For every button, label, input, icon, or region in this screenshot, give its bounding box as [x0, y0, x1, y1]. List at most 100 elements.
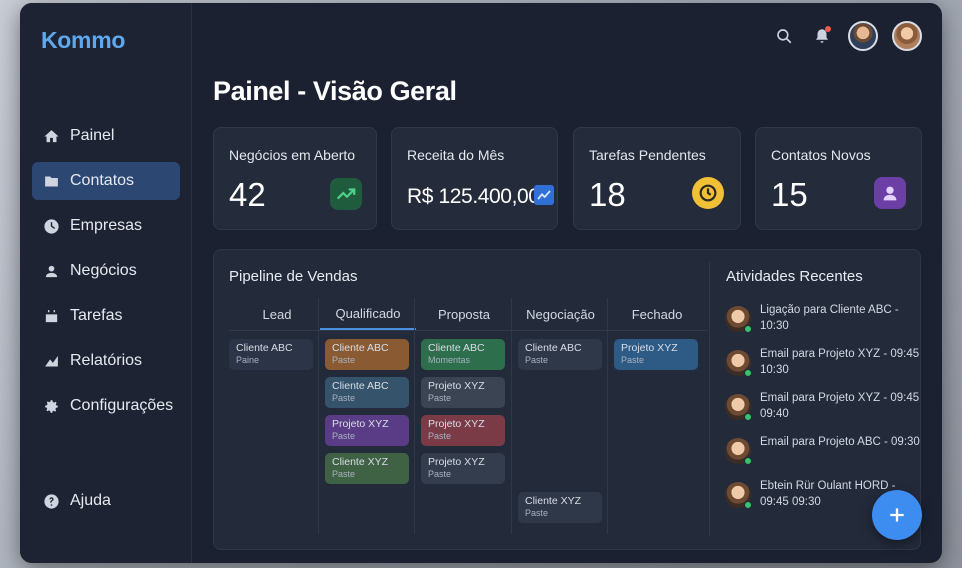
deal-card[interactable]: Projeto XYZ Paste — [421, 377, 505, 408]
pipeline-column-qualificado[interactable]: Qualificado — [320, 298, 416, 330]
activity-item[interactable]: Email para Projeto XYZ - 09:45 09:40 — [725, 390, 919, 424]
deal-card[interactable]: Projeto XYZ Paste — [614, 339, 698, 370]
deal-sub: Paste — [428, 469, 452, 479]
activity-item[interactable]: Email para Projeto XYZ - 09:45 10:30 — [725, 346, 919, 380]
stat-value: R$ 125.400,00 — [407, 185, 540, 208]
trend-up-icon — [330, 178, 362, 210]
deal-name: Projeto XYZ — [621, 342, 678, 354]
activity-text: Email para Projeto XYZ - 09:45 10:30 — [760, 348, 920, 376]
stat-label: Tarefas Pendentes — [589, 147, 706, 163]
column-divider — [318, 298, 319, 534]
stat-value: 18 — [589, 176, 626, 213]
stat-card-negocios[interactable]: Negócios em Aberto 42 — [213, 127, 377, 230]
online-status-dot — [744, 413, 752, 421]
activity-item[interactable]: Ligação para Cliente ABC - 10:30 — [725, 302, 915, 336]
deal-card[interactable]: Cliente XYZ Paste — [325, 453, 409, 484]
avatar[interactable] — [848, 21, 878, 51]
deal-card[interactable]: Cliente ABC Paste — [325, 339, 409, 370]
online-status-dot — [744, 325, 752, 333]
activity-text: Email para Projeto ABC - 09:30 — [760, 436, 920, 448]
sidebar-item-contatos[interactable]: Contatos — [32, 162, 180, 200]
activity-item[interactable]: Email para Projeto ABC - 09:30 — [725, 434, 920, 468]
stat-card-tarefas[interactable]: Tarefas Pendentes 18 — [573, 127, 741, 230]
column-divider — [414, 298, 415, 534]
building-icon — [42, 217, 60, 235]
column-divider — [511, 298, 512, 534]
sidebar-item-label: Contatos — [70, 172, 135, 189]
gear-icon — [42, 397, 60, 415]
sidebar-item-label: Configurações — [70, 397, 174, 414]
pipeline-panel: Pipeline de Vendas Lead Qualificado Prop… — [213, 249, 921, 550]
sidebar-item-relatorios[interactable]: Relatórios — [32, 342, 180, 380]
person-icon — [42, 262, 60, 280]
online-status-dot — [744, 369, 752, 377]
app-window: Kommo Painel Contatos Empresas Negócios … — [20, 3, 942, 563]
stat-value: 15 — [771, 176, 808, 213]
deal-card[interactable]: Projeto XYZ Paste — [421, 415, 505, 446]
pipeline-title: Pipeline de Vendas — [229, 268, 358, 285]
avatar[interactable] — [892, 21, 922, 51]
deal-sub: Paste — [332, 431, 356, 441]
deal-name: Cliente ABC — [236, 342, 293, 354]
folder-icon — [42, 172, 60, 190]
deal-card[interactable]: Cliente ABC Paste — [325, 377, 409, 408]
stat-value: 42 — [229, 176, 266, 213]
column-divider — [607, 298, 608, 534]
sidebar-item-empresas[interactable]: Empresas — [32, 207, 180, 245]
deal-name: Cliente ABC — [428, 342, 485, 354]
pipeline-header-divider — [229, 330, 707, 331]
deal-name: Cliente XYZ — [525, 495, 582, 507]
search-icon[interactable] — [772, 24, 796, 48]
pipeline-column-fechado[interactable]: Fechado — [609, 298, 705, 330]
calendar-icon — [42, 307, 60, 325]
sidebar-item-negocios[interactable]: Negócios — [32, 252, 180, 290]
activity-text: Email para Projeto XYZ - 09:45 09:40 — [760, 392, 920, 420]
deal-sub: Paste — [332, 393, 356, 403]
deal-card[interactable]: Cliente ABC Paste — [518, 339, 602, 370]
sidebar-item-painel[interactable]: Painel — [32, 117, 180, 155]
main-content: Painel - Visão Geral Negócios em Aberto … — [193, 3, 942, 563]
deal-name: Projeto XYZ — [332, 418, 389, 430]
sidebar-item-ajuda[interactable]: Ajuda — [32, 482, 180, 520]
deal-sub: Paste — [525, 355, 549, 365]
deal-sub: Paste — [332, 469, 356, 479]
logo[interactable]: Kommo — [41, 27, 125, 54]
activity-text: Ligação para Cliente ABC - 10:30 — [760, 304, 899, 332]
sidebar-item-configuracoes[interactable]: Configurações — [32, 387, 180, 425]
activities-title: Atividades Recentes — [726, 268, 863, 285]
home-icon — [42, 127, 60, 145]
bell-icon[interactable] — [810, 24, 834, 48]
add-button[interactable] — [872, 490, 922, 540]
sidebar-item-label: Relatórios — [70, 352, 143, 369]
deal-sub: Paste — [525, 508, 549, 518]
plus-icon — [887, 505, 907, 525]
stat-label: Negócios em Aberto — [229, 147, 356, 163]
notification-dot — [825, 26, 831, 32]
online-status-dot — [744, 457, 752, 465]
deal-card[interactable]: Cliente ABC Paine — [229, 339, 313, 370]
deal-sub: Paste — [428, 431, 452, 441]
deal-card[interactable]: Cliente XYZ Paste — [518, 492, 602, 523]
page-title: Painel - Visão Geral — [213, 76, 457, 106]
deal-sub: Paste — [621, 355, 645, 365]
clock-icon — [692, 177, 724, 209]
deal-card[interactable]: Projeto XYZ Paste — [421, 453, 505, 484]
deal-card[interactable]: Projeto XYZ Paste — [325, 415, 409, 446]
online-status-dot — [744, 501, 752, 509]
stat-card-contatos[interactable]: Contatos Novos 15 — [755, 127, 922, 230]
deal-name: Cliente ABC — [332, 380, 389, 392]
stat-label: Receita do Mês — [407, 147, 505, 163]
sidebar-item-tarefas[interactable]: Tarefas — [32, 297, 180, 335]
sidebar-item-label: Ajuda — [70, 492, 111, 509]
sidebar-item-label: Negócios — [70, 262, 137, 279]
deal-name: Projeto XYZ — [428, 380, 485, 392]
deal-sub: Paste — [428, 393, 452, 403]
topbar — [772, 21, 922, 51]
pipeline-column-lead[interactable]: Lead — [229, 298, 325, 330]
deal-sub: Momentas — [428, 355, 471, 365]
deal-card[interactable]: Cliente ABC Momentas — [421, 339, 505, 370]
stat-label: Contatos Novos — [771, 147, 871, 163]
pipeline-column-negociacao[interactable]: Negociação — [512, 298, 609, 330]
pipeline-column-proposta[interactable]: Proposta — [416, 298, 512, 330]
stat-card-receita[interactable]: Receita do Mês R$ 125.400,00 — [391, 127, 558, 230]
